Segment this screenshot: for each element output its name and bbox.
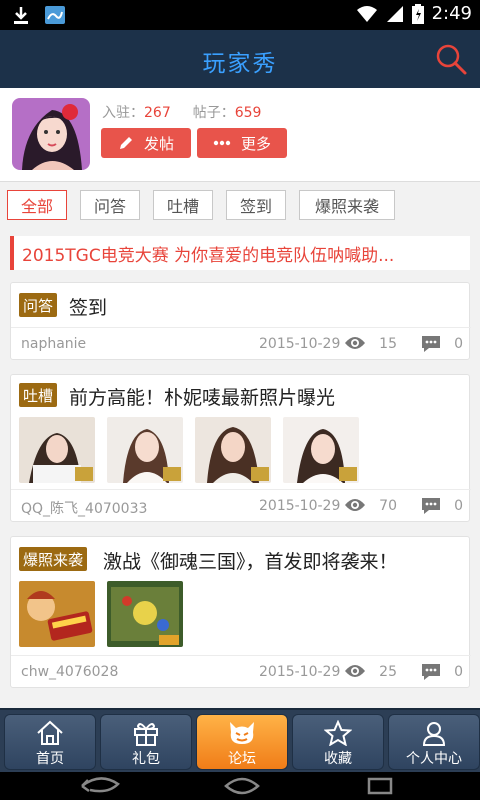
home-icon	[37, 720, 63, 745]
post-title[interactable]: 前方高能！朴妮唛最新照片曝光	[69, 383, 335, 410]
ellipsis-icon	[213, 140, 231, 146]
post-date: 2015-10-29	[259, 336, 341, 352]
signal-icon	[386, 5, 403, 22]
nav-profile[interactable]: 个人中心	[388, 714, 480, 770]
post-image-thumbnail[interactable]	[195, 417, 271, 483]
post-date: 2015-10-29	[259, 498, 341, 514]
post-image-thumbnail[interactable]	[19, 581, 95, 647]
pencil-icon	[119, 137, 132, 149]
gift-icon	[134, 723, 158, 746]
nav-home[interactable]: 首页	[4, 714, 96, 770]
post-author: naphanie	[21, 336, 87, 352]
post-tag: 爆照来袭	[19, 547, 88, 571]
post-card[interactable]: 问答 签到 naphanie 2015-10-29 15 0	[10, 282, 471, 360]
nav-gifts[interactable]: 礼包	[100, 714, 192, 770]
tab-all[interactable]: 全部	[7, 190, 67, 220]
view-count: 15	[379, 336, 397, 352]
star-icon	[324, 720, 352, 746]
forum-avatar	[12, 98, 90, 170]
category-filter-bar: 全部 问答 吐槽 签到 爆照来袭	[0, 182, 480, 228]
app-notification-icon	[45, 6, 65, 24]
bottom-nav: 首页 礼包 论坛 收藏 个人中心	[0, 708, 480, 772]
download-icon	[14, 7, 28, 24]
post-author: chw_4076028	[21, 664, 119, 680]
post-date: 2015-10-29	[259, 664, 341, 680]
post-image-thumbnail[interactable]	[107, 417, 183, 483]
search-icon[interactable]	[434, 42, 468, 76]
joined-stat: 入驻：267	[102, 105, 171, 121]
nav-favorites[interactable]: 收藏	[292, 714, 384, 770]
comment-icon	[422, 498, 440, 514]
forum-stats: 入驻：267 帖子：659	[102, 102, 261, 122]
post-card[interactable]: 吐槽 前方高能！朴妮唛最新照片曝光 QQ_陈飞_4070033 2015-10-…	[10, 374, 471, 522]
clock: 2:49	[431, 3, 472, 24]
eye-icon	[345, 499, 365, 511]
post-title[interactable]: 签到	[69, 293, 107, 320]
tab-qa[interactable]: 问答	[80, 190, 140, 220]
new-post-button[interactable]: 发帖	[101, 128, 191, 158]
post-image-thumbnail[interactable]	[107, 581, 183, 647]
app-header: 玩家秀	[0, 30, 480, 88]
view-count: 25	[379, 664, 397, 680]
back-icon[interactable]	[78, 776, 122, 796]
system-nav-bar	[0, 772, 480, 800]
more-button[interactable]: 更多	[197, 128, 287, 158]
recent-apps-icon[interactable]	[366, 776, 394, 796]
post-image-thumbnail[interactable]	[283, 417, 359, 483]
home-button-icon[interactable]	[222, 774, 262, 798]
profile-panel: 入驻：267 帖子：659 发帖 更多	[0, 88, 480, 182]
nav-forum[interactable]: 论坛	[196, 714, 288, 770]
eye-icon	[345, 337, 365, 349]
post-meta: QQ_陈飞_4070033 2015-10-29 70 0	[11, 489, 471, 521]
post-meta: chw_4076028 2015-10-29 25 0	[11, 655, 471, 687]
post-tag: 问答	[19, 293, 58, 317]
comment-icon	[422, 664, 440, 680]
page-title: 玩家秀	[202, 51, 278, 77]
view-count: 70	[379, 498, 397, 514]
comment-count: 0	[454, 664, 463, 680]
forum-mascot-icon	[230, 722, 254, 744]
post-image-thumbnail[interactable]	[19, 417, 95, 483]
wifi-icon	[356, 5, 377, 22]
post-tag: 吐槽	[19, 383, 58, 407]
tab-checkin[interactable]: 签到	[226, 190, 286, 220]
post-title[interactable]: 激战《御魂三国》，首发即将袭来！	[103, 547, 398, 574]
tab-photos[interactable]: 爆照来袭	[299, 190, 395, 220]
comment-icon	[422, 336, 440, 352]
post-card[interactable]: 爆照来袭 激战《御魂三国》，首发即将袭来！ chw_4076028 2015-1…	[10, 536, 471, 688]
user-icon	[422, 722, 446, 746]
comment-count: 0	[454, 498, 463, 514]
announcement-banner[interactable]: 2015TGC电竞大赛 为你喜爱的电竞队伍呐喊助...	[10, 236, 470, 270]
eye-icon	[345, 665, 365, 677]
status-bar: 2:49	[0, 0, 480, 30]
tab-rant[interactable]: 吐槽	[153, 190, 213, 220]
comment-count: 0	[454, 336, 463, 352]
post-meta: naphanie 2015-10-29 15 0	[11, 327, 471, 359]
post-author: QQ_陈飞_4070033	[21, 501, 148, 517]
posts-stat: 帖子：659	[192, 105, 262, 121]
battery-icon	[411, 3, 424, 24]
